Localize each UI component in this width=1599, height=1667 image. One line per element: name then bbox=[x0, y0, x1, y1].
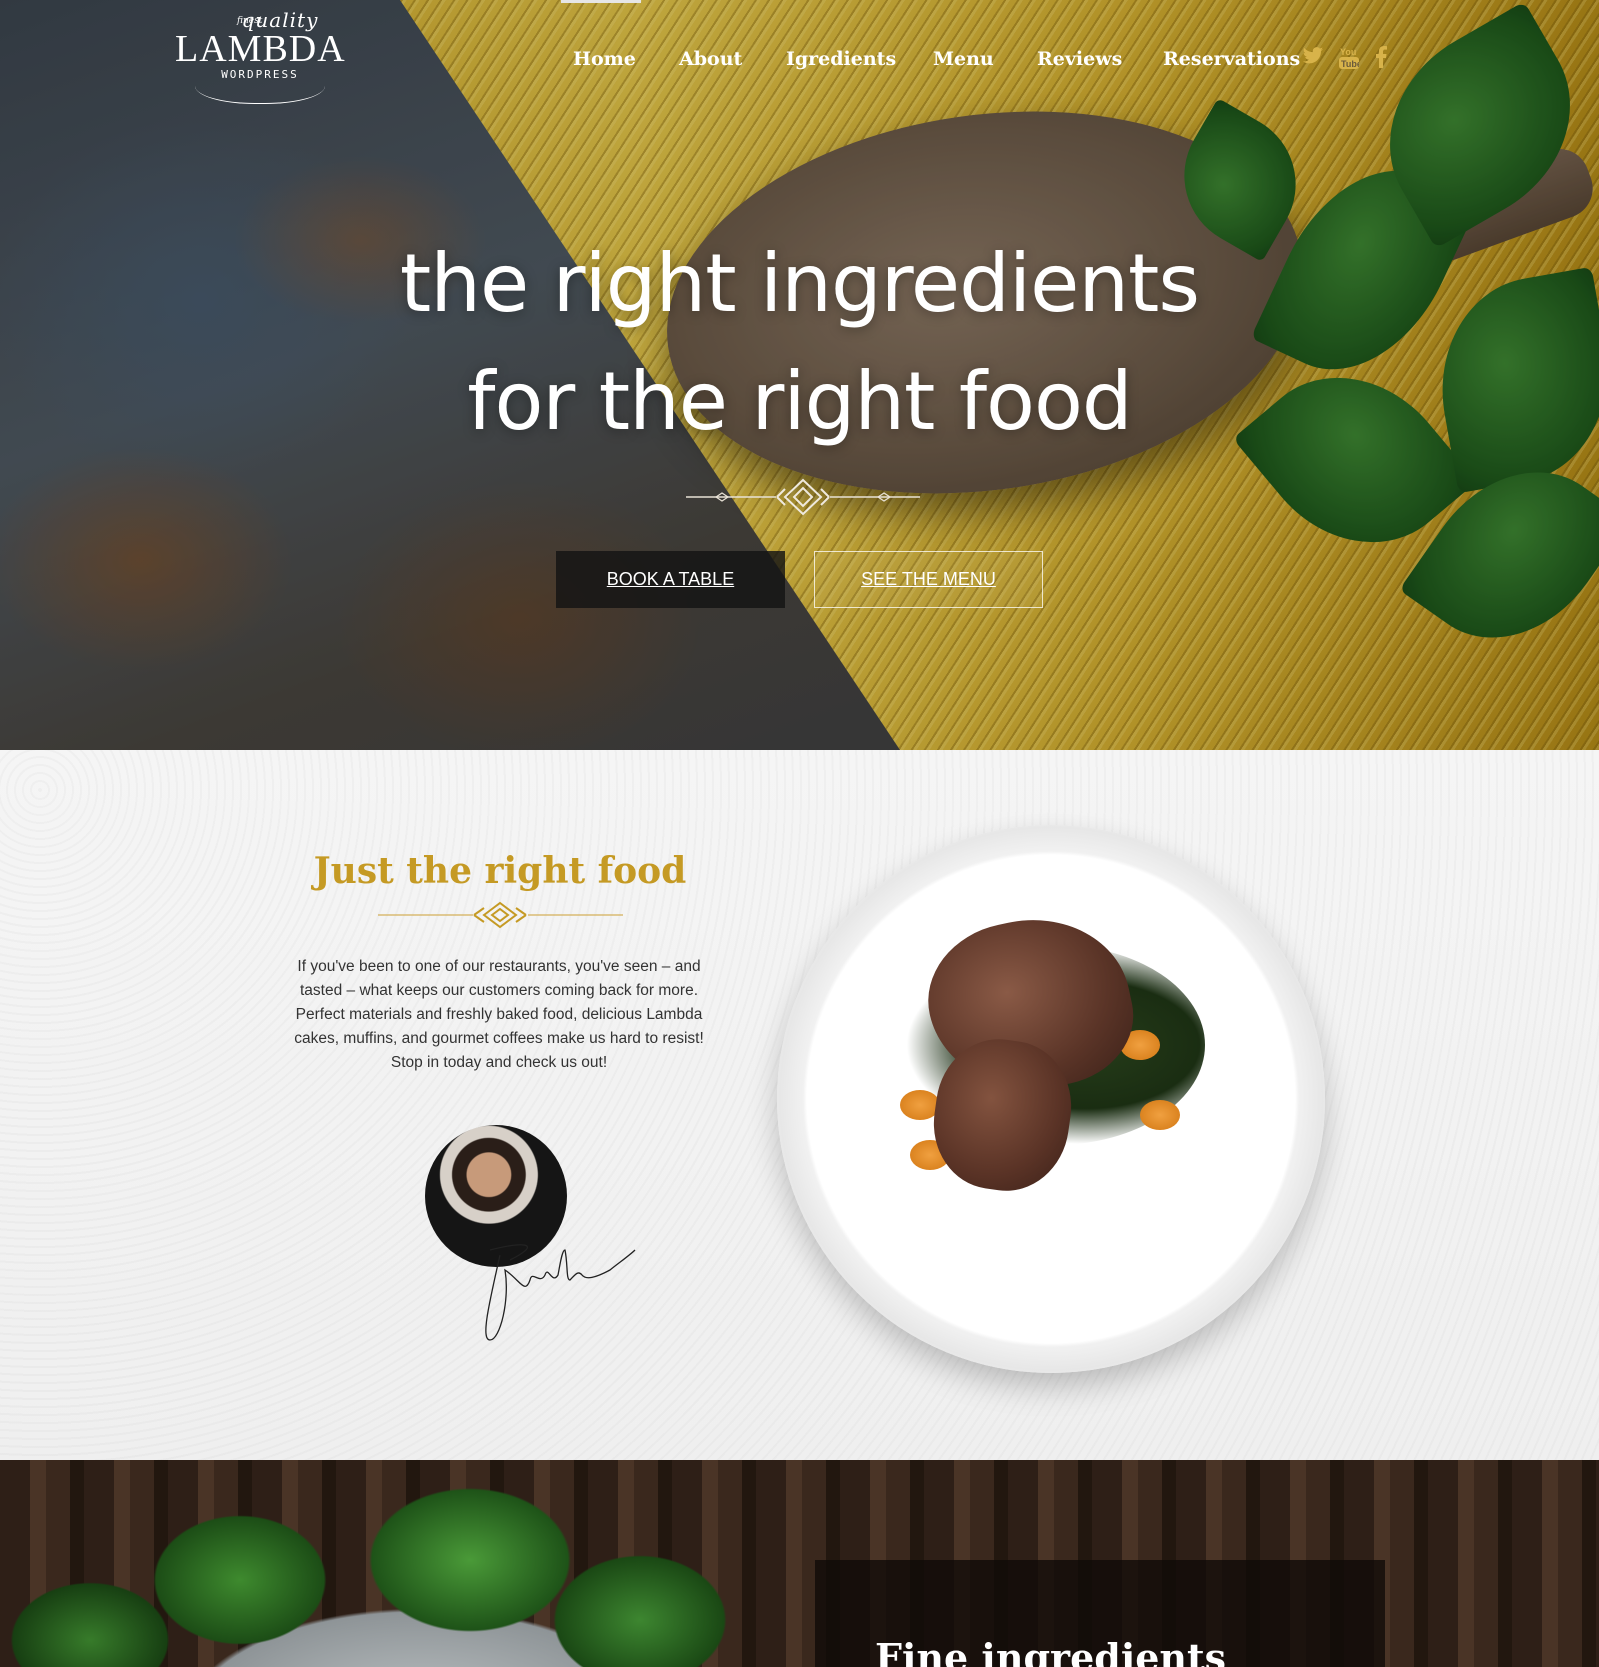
active-nav-indicator bbox=[561, 0, 641, 3]
see-menu-button[interactable]: SEE THE MENU bbox=[814, 551, 1043, 608]
hero-line-1: the right ingredients bbox=[399, 237, 1200, 330]
ingredients-title: Fine ingredients bbox=[874, 1635, 1227, 1667]
nav-menu[interactable]: Menu bbox=[933, 48, 994, 70]
facebook-icon[interactable] bbox=[1375, 46, 1387, 73]
about-title: Just the right food bbox=[313, 850, 687, 892]
nav-reviews[interactable]: Reviews bbox=[1037, 48, 1122, 70]
about-ornament-icon bbox=[378, 901, 623, 929]
site-logo[interactable]: finest quality LAMBDA WORDPRESS bbox=[175, 8, 345, 108]
nav-home[interactable]: Home bbox=[573, 48, 636, 70]
svg-text:Tube: Tube bbox=[1341, 59, 1359, 69]
twitter-icon[interactable] bbox=[1302, 46, 1324, 71]
logo-finest: finest bbox=[237, 16, 263, 26]
nav-about[interactable]: About bbox=[679, 48, 742, 70]
nav-ingredients[interactable]: Igredients bbox=[786, 48, 896, 70]
chef-signature bbox=[485, 1244, 636, 1341]
youtube-icon[interactable]: You Tube bbox=[1339, 46, 1362, 75]
hero-line-2: for the right food bbox=[467, 355, 1132, 448]
book-table-button[interactable]: BOOK A TABLE bbox=[556, 551, 785, 608]
nav-reservations[interactable]: Reservations bbox=[1163, 48, 1300, 70]
hero-section: finest quality LAMBDA WORDPRESS Home Abo… bbox=[0, 0, 1599, 750]
plate-carrot bbox=[1140, 1100, 1180, 1130]
logo-arc bbox=[195, 86, 325, 104]
hero-ornament-icon bbox=[686, 478, 920, 516]
about-text: If you've been to one of our restaurants… bbox=[294, 958, 704, 1071]
hero-headline: the right ingredients for the right food bbox=[0, 225, 1599, 461]
svg-text:You: You bbox=[1340, 47, 1356, 57]
logo-name: LAMBDA bbox=[175, 28, 346, 70]
